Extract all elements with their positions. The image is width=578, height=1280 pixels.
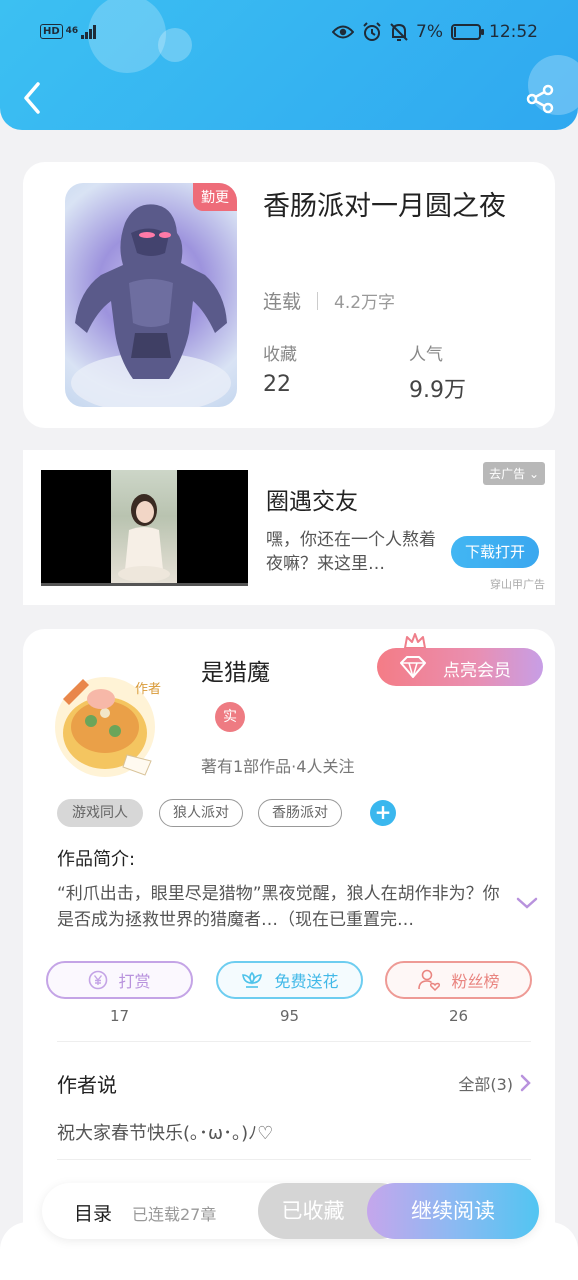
intro-title: 作品简介: [57,849,136,870]
author-avatar[interactable]: 作者 [43,669,167,781]
battery-icon [451,24,484,40]
reward-count: 17 [109,1007,130,1025]
hd-badge: HD [40,24,63,39]
intro-text: “利爪出击，眼里尽是猎物”黑夜觉醒，狼人在胡作非为？你是否成为拯救世界的猎魔者…… [57,884,500,930]
ad-description: 嘿，你还在一个人熬着夜嘛？来这里… [266,530,436,574]
status-bar: HD 46 7% 12:52 [0,18,578,52]
tag-werewolf-party[interactable]: 狼人派对 [159,799,243,827]
book-title: 香肠派对一月圆之夜 [263,191,506,222]
tag-game-fanfic[interactable]: 游戏同人 [57,799,143,827]
author-says-all-link[interactable]: 全部(3) [458,1071,531,1095]
battery-percent: 7% [416,22,443,42]
divider [57,1159,531,1160]
send-flower-label: 免费送花 [274,972,339,991]
ad-video-frame [111,470,177,586]
author-info: 著有1部作品·4人关注 [201,757,355,776]
flower-icon [242,971,263,988]
fan-ranking-label: 粉丝榜 [451,972,500,991]
favorited-label: 已收藏 [281,1199,345,1223]
collect-value: 22 [263,372,291,397]
chevron-down-icon: ⌄ [528,467,539,481]
fan-ranking-button[interactable]: 粉丝榜 [385,961,532,999]
reward-button[interactable]: 打赏 [46,961,193,999]
header: HD 46 7% 12:52 [0,0,578,130]
add-tag-button[interactable]: + [370,800,396,826]
signal-icon [81,24,97,39]
status-right: 7% 12:52 [332,22,538,42]
author-says-count: 全部(3) [458,1075,513,1094]
clock: 12:52 [489,22,538,42]
share-button[interactable] [526,84,556,114]
ad-video[interactable] [41,470,248,586]
divider [317,291,319,310]
fan-count: 26 [448,1007,469,1025]
user-heart-icon [418,969,441,992]
eye-icon [332,24,355,40]
popularity-value: 9.9万 [409,378,466,403]
chevron-left-icon [24,82,40,114]
popularity-label: 人气 [409,345,443,365]
diamond-icon [400,656,426,678]
yen-coin-icon [89,970,108,990]
network-type: 46 [65,26,79,36]
book-cover[interactable]: 勤更 [65,183,237,407]
book-status: 连载 [263,291,302,313]
ad-title: 圈遇交友 [266,489,358,515]
reward-label: 打赏 [118,972,151,991]
flower-count: 95 [279,1007,300,1025]
vip-button-label: 点亮会员 [443,661,511,681]
remove-ad-label: 去广告 [489,467,526,481]
alarm-icon [362,22,382,42]
ad-source: 穿山甲广告 [490,578,545,591]
book-info-card: 勤更 香肠派对一月圆之夜 连载 4.2万字 收藏 22 人气 9.9万 [23,162,555,428]
ad-video-progress [41,583,248,586]
table-of-contents-button[interactable]: 目录 [74,1199,112,1226]
word-count: 4.2万字 [334,293,396,313]
share-icon [526,84,554,114]
bottom-action-bar: 目录 已连载27章 已收藏 继续阅读 [42,1183,539,1239]
remove-ad-button[interactable]: 去广告 ⌄ [483,462,545,485]
tag-sausage-party[interactable]: 香肠派对 [258,799,342,827]
author-says-title: 作者说 [57,1073,117,1097]
vip-button[interactable]: 点亮会员 [377,648,543,686]
divider [57,1041,531,1042]
real-name-badge: 实 [215,702,245,732]
chevron-down-icon [516,897,538,909]
author-says-text: 祝大家春节快乐(｡･ω･｡)ﾉ♡ [57,1123,274,1144]
author-name: 是猎魔 [201,660,270,686]
update-badge: 勤更 [193,183,237,211]
back-button[interactable] [20,80,46,116]
collect-label: 收藏 [263,345,297,365]
ad-download-button[interactable]: 下载打开 [451,536,539,568]
expand-intro-button[interactable] [515,895,539,914]
send-flower-button[interactable]: 免费送花 [216,961,363,999]
status-left: HD 46 [40,24,97,39]
chapter-count: 已连载27章 [132,1205,217,1224]
avatar-label: 作者 [135,682,161,697]
ad-card[interactable]: 去广告 ⌄ 圈遇交友 嘿，你还在一个人熬着夜嘛？来这里… 下载打开 穿山甲广告 [23,450,555,605]
chevron-right-icon [520,1074,531,1092]
mute-bell-icon [390,22,408,42]
book-meta: 连载 4.2万字 [263,287,395,314]
werewolf-illustration [71,204,231,407]
continue-reading-button[interactable]: 继续阅读 [367,1183,539,1239]
